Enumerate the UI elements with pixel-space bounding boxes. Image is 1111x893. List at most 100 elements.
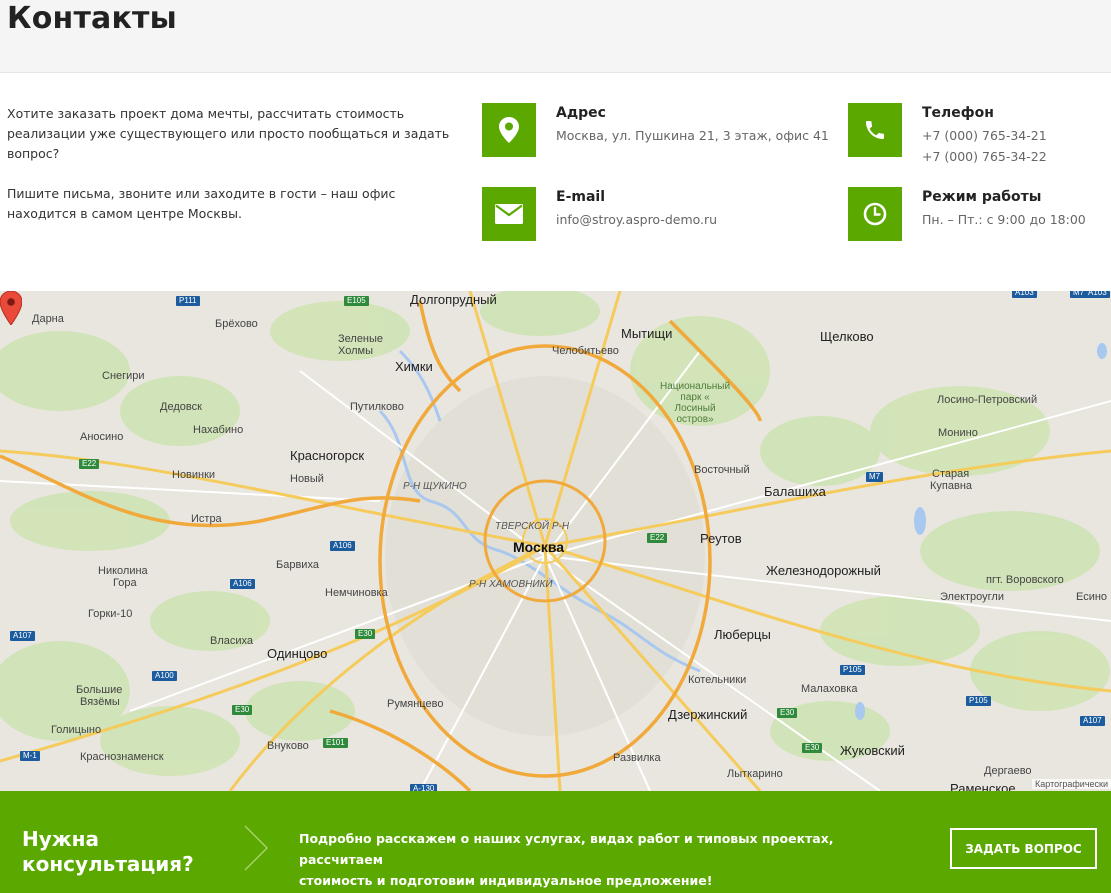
map-place-label: Немчиновка [325, 587, 388, 599]
address-title: Адрес [556, 105, 606, 121]
map-place-label: Барвиха [276, 559, 319, 571]
map-place-label: Снегири [102, 370, 145, 382]
road-number-badge: E30 [355, 629, 376, 639]
map-place-label: Путилково [350, 401, 404, 413]
cta-title: Нужна консультация? [22, 827, 194, 876]
page-header: Контакты [0, 0, 1111, 73]
map-place-label: Р-Н ХАМОВНИКИ [469, 579, 553, 590]
road-number-badge: E30 [777, 708, 798, 718]
page-title: Контакты [7, 1, 177, 36]
map-place-label: Новый [290, 473, 324, 485]
map-place-label: Реутов [700, 531, 742, 546]
park-label: Национальный парк « Лосиный остров» [660, 381, 731, 425]
map-place-label: Старая [932, 468, 970, 480]
map-place-label: Химки [395, 359, 433, 374]
road-number-badge: Р111 [176, 296, 200, 306]
map-place-label: Дзержинский [668, 707, 748, 722]
envelope-icon [482, 187, 536, 241]
cta-text: Подробно расскажем о наших услугах, вида… [299, 831, 834, 888]
road-number-badge: A100 [152, 671, 177, 681]
map-marker-icon[interactable] [0, 291, 22, 325]
map-place-label: Электроугли [940, 591, 1004, 603]
map-place-label: Есино [1076, 591, 1108, 603]
map[interactable]: Долгопрудный Мытищи Щелково Химки Дарна Брёхо… [0, 291, 1111, 791]
map-place-label: Власиха [210, 635, 254, 647]
road-number-badge: E30 [802, 743, 823, 753]
road-number-badge: E101 [323, 738, 348, 748]
map-place-label: Новинки [172, 469, 216, 481]
map-place-label: Развилка [613, 752, 661, 764]
map-place-label: Люберцы [714, 627, 771, 642]
road-number-badge: A106 [230, 579, 255, 589]
map-place-label: Голицыно [51, 724, 102, 736]
map-place-label: Восточный [694, 464, 750, 476]
email-title: E-mail [556, 189, 606, 205]
map-attribution[interactable]: Картографически [1032, 779, 1111, 789]
road-number-badge: A106 [330, 541, 355, 551]
clock-icon [848, 187, 902, 241]
road-number-badge: A-130 [410, 784, 438, 791]
map-place-label: Аносино [80, 431, 124, 443]
road-number-badge: A107 [1080, 716, 1105, 726]
road-number-badge: A103 [1012, 291, 1037, 298]
map-place-label: Одинцово [267, 646, 328, 661]
map-place-label: Лыткарино [727, 768, 783, 780]
map-center-label: Москва [513, 539, 565, 555]
ask-question-button[interactable]: ЗАДАТЬ ВОПРОС [950, 828, 1097, 869]
map-place-label: Румянцево [387, 698, 444, 710]
contacts-intro: Хотите заказать проект дома мечты, рассч… [7, 104, 457, 224]
address-value: Москва, ул. Пушкина 21, 3 этаж, офис 41 [556, 128, 829, 143]
map-place-label: Горки-10 [88, 608, 133, 620]
chevron-right-icon [244, 825, 269, 871]
map-place-label: Зеленые [338, 333, 384, 345]
hours-title: Режим работы [922, 189, 1042, 205]
map-place-label: Большие [76, 684, 123, 696]
phone-icon [848, 103, 902, 157]
hours-value: Пн. – Пт.: с 9:00 до 18:00 [922, 212, 1086, 227]
map-place-label: Р-Н ЩУКИНО [403, 481, 467, 492]
map-place-label: Внуково [267, 740, 309, 752]
map-place-label: Брёхово [215, 318, 258, 330]
phone-link-2[interactable]: +7 (000) 765-34-22 [922, 149, 1047, 164]
map-place-label: Нахабино [193, 424, 244, 436]
map-place-label: Дедовск [160, 401, 202, 413]
map-place-label: Краснознаменск [80, 751, 164, 763]
map-place-label: Мытищи [621, 326, 673, 341]
email-link[interactable]: info@stroy.aspro-demo.ru [556, 212, 717, 227]
map-place-label: Купавна [930, 480, 973, 492]
map-place-label: Балашиха [764, 484, 826, 499]
phone-title: Телефон [922, 105, 994, 121]
map-place-label: Щелково [820, 329, 874, 344]
map-place-label: Котельники [688, 674, 747, 686]
road-number-badge: Р105 [966, 696, 991, 706]
map-place-label: Николина [98, 565, 148, 577]
map-place-label: Малаховка [801, 683, 858, 695]
map-place-label: Красногорск [290, 448, 365, 463]
map-place-label: Гора [113, 577, 137, 589]
road-number-badge: M-1 [20, 751, 40, 761]
map-place-label: Долгопрудный [410, 292, 497, 307]
map-place-label: Жуковский [840, 743, 905, 758]
map-place-label: Дергаево [984, 765, 1032, 777]
road-number-badge: E22 [79, 459, 100, 469]
consultation-banner: Нужна консультация? Подробно расскажем о… [0, 791, 1111, 893]
map-place-label: Вязёмы [80, 696, 120, 708]
road-number-badge: M7 [1070, 291, 1088, 298]
map-place-label: пгт. Воровского [986, 574, 1064, 586]
intro-paragraph-1: Хотите заказать проект дома мечты, рассч… [7, 106, 450, 161]
map-place-label: Холмы [338, 345, 373, 357]
road-number-badge: Р105 [840, 665, 865, 675]
road-number-badge: A107 [10, 631, 35, 641]
phone-link-1[interactable]: +7 (000) 765-34-21 [922, 128, 1047, 143]
contacts-section: Хотите заказать проект дома мечты, рассч… [0, 73, 1111, 291]
road-number-badge: E30 [232, 705, 253, 715]
map-place-label: ТВЕРСКОЙ Р-Н [495, 521, 570, 532]
map-place-label: Железнодорожный [766, 563, 881, 578]
map-place-label: Монино [938, 427, 978, 439]
map-place-label: Дарна [32, 313, 64, 325]
map-place-label: Раменское [950, 781, 1016, 791]
road-number-badge: A103 [1085, 291, 1110, 298]
map-place-label: Челобитьево [552, 345, 619, 357]
road-number-badge: E105 [344, 296, 369, 306]
road-number-badge: M7 [866, 472, 884, 482]
